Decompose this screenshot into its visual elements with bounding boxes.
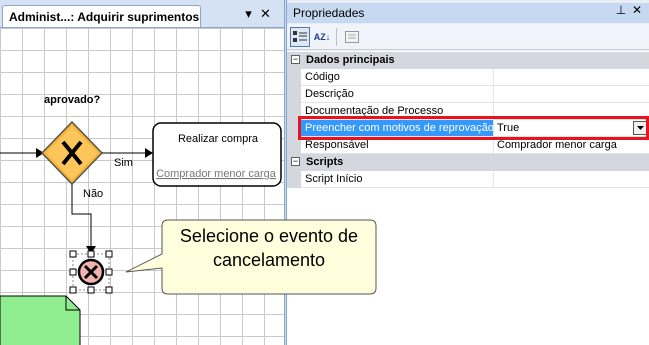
data-object-shape[interactable] [0,295,81,345]
property-name: Script Início [301,171,493,188]
flow-label-yes: Sim [114,157,133,169]
collapse-icon[interactable]: − [291,157,300,166]
property-value-dropdown[interactable]: True [493,120,649,137]
property-name: Código [301,69,493,86]
property-grid: − Dados principais Código Descrição Docu… [287,51,649,345]
property-name: Documentação de Processo [301,103,493,120]
close-icon[interactable]: ✕ [629,3,645,17]
dropdown-pin-icon[interactable]: ▾ [240,6,257,22]
alphabetical-icon[interactable]: AZ ↓ [312,27,332,47]
property-value[interactable] [493,86,649,103]
properties-title: Propriedades [287,3,649,23]
callout-line-1: Selecione o evento de [179,226,359,246]
gateway-label: aprovado? [44,94,101,106]
property-pages-icon[interactable] [342,27,362,47]
property-row-responsavel[interactable]: Responsável Comprador menor carga [287,137,649,154]
category-dados-principais[interactable]: − Dados principais [287,52,649,69]
dropdown-arrow-icon[interactable] [633,121,648,135]
collapse-icon[interactable]: − [291,55,300,64]
property-name: Preencher com motivos de reprovação [301,120,493,137]
document-tab[interactable]: Administ...: Adquirir suprimentos [2,5,201,27]
property-row-preencher-motivos[interactable]: Preencher com motivos de reprovação True [287,120,649,137]
cancel-event-icon[interactable] [69,250,113,294]
property-name: Descrição [301,86,493,103]
property-value[interactable] [493,171,649,188]
arrowhead [145,148,153,158]
property-row-codigo[interactable]: Código [287,69,649,86]
close-icon[interactable]: ✕ [257,6,274,22]
callout-tooltip: Selecione o evento de cancelamento [125,218,378,296]
category-label: Dados principais [306,54,395,66]
tab-controls: ▾ ✕ [240,6,280,24]
task-title: Realizar compra [178,133,259,145]
pin-icon[interactable]: ⊥ [613,3,629,17]
task-realizar-compra[interactable]: Realizar compra Comprador menor carga [152,122,282,187]
property-row-script-inicio[interactable]: Script Início [287,171,649,188]
property-row-descricao[interactable]: Descrição [287,86,649,103]
category-label: Scripts [306,156,344,168]
category-scripts[interactable]: − Scripts [287,154,649,171]
categorized-icon[interactable] [290,27,310,47]
property-name: Responsável [301,137,493,154]
property-row-documentacao[interactable]: Documentação de Processo [287,103,649,120]
task-assignee: Comprador menor carga [156,168,277,180]
toolbar-separator [336,28,337,46]
property-value[interactable] [493,69,649,86]
flow-label-no: Não [83,188,103,200]
property-value: True [497,122,520,134]
properties-toolbar: AZ ↓ [287,24,649,50]
x-gateway-icon[interactable] [40,120,104,186]
callout-line-2: cancelamento [212,250,326,270]
properties-title-controls: ⊥ ✕ [613,3,645,17]
property-value[interactable] [493,103,649,120]
property-value[interactable]: Comprador menor carga [493,137,649,154]
